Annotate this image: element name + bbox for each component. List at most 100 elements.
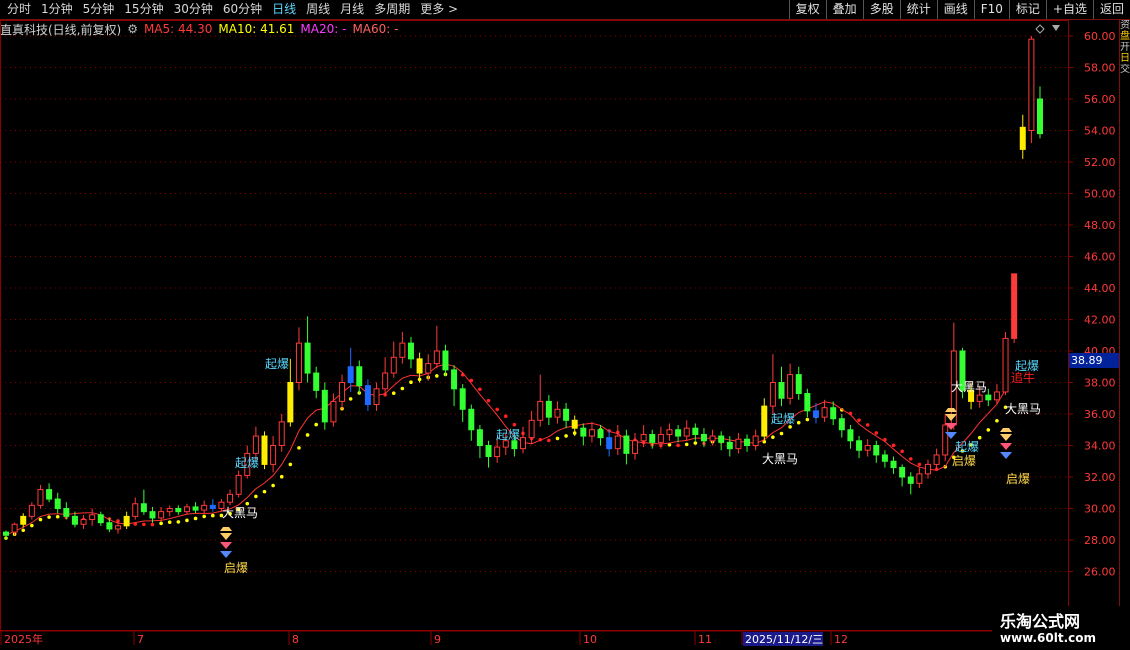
ma-dot xyxy=(254,494,258,499)
side-tag-1[interactable]: 盘 xyxy=(1120,31,1130,42)
candle-body xyxy=(261,435,268,465)
candle-body xyxy=(709,435,716,442)
candle-body xyxy=(718,435,725,443)
side-tag-2[interactable]: 日 xyxy=(1120,53,1130,64)
candle-body xyxy=(907,476,914,484)
watermark-url: www.60lt.com xyxy=(1000,631,1097,645)
ma-dot xyxy=(857,418,861,422)
candle-body xyxy=(1037,98,1043,135)
candle-body xyxy=(399,342,406,358)
candle-body xyxy=(347,366,354,383)
candle-body xyxy=(20,515,27,525)
diamond-icon xyxy=(1035,24,1045,34)
candle-body xyxy=(649,433,656,443)
candle-body xyxy=(476,429,483,446)
candle-body xyxy=(123,515,130,527)
candle-body xyxy=(235,474,242,495)
signal-dahei: 大黑马 xyxy=(222,506,258,520)
y-tick-label: 26.00 xyxy=(1084,566,1116,579)
candle-body xyxy=(149,511,156,519)
side-text-2[interactable]: 开盘涨跌幅 xyxy=(1120,42,1130,53)
y-tick-label: 50.00 xyxy=(1084,188,1116,201)
candle-body xyxy=(735,438,742,450)
side-text-1[interactable]: 资金流向资金流向 xyxy=(1120,20,1130,31)
y-tick-label: 56.00 xyxy=(1084,93,1116,106)
ma-dot xyxy=(30,523,34,528)
ma-dot xyxy=(142,522,146,527)
candle-body xyxy=(106,522,113,530)
candle-body xyxy=(993,391,1000,401)
signal-qibao2: 启爆 xyxy=(1006,472,1030,486)
candle-body xyxy=(899,467,906,478)
side-text-3[interactable]: 交易 xyxy=(1120,64,1130,75)
candlesticks xyxy=(3,36,1043,540)
candle-body xyxy=(339,382,346,402)
candle-body xyxy=(1011,273,1018,339)
ma-dot xyxy=(279,474,284,479)
watermark: 乐淘公式网 www.60lt.com xyxy=(992,606,1130,650)
candle-body xyxy=(132,503,139,517)
x-tick-label: 12 xyxy=(834,633,848,646)
candle-body xyxy=(726,441,733,450)
ma-dot xyxy=(314,422,319,427)
ma-dot xyxy=(796,420,801,425)
right-side-panel[interactable]: 资金流向资金流向 盘 开盘涨跌幅 日 交易 xyxy=(1119,20,1130,632)
candle-body xyxy=(433,350,440,365)
dropdown-icon xyxy=(1052,25,1060,31)
candle-body xyxy=(373,388,380,406)
ma-dot xyxy=(900,449,904,454)
candle-body xyxy=(942,424,949,456)
candle-body xyxy=(976,394,983,402)
x-tick-label: 9 xyxy=(434,633,441,646)
candle-body xyxy=(115,525,122,530)
candle-body xyxy=(804,393,811,412)
ma-dot xyxy=(865,423,870,427)
signal-dahei: 大黑马 xyxy=(951,380,987,394)
x-tick-label: 8 xyxy=(292,633,299,646)
x-tick-label: 11 xyxy=(698,633,712,646)
candle-body xyxy=(356,366,363,387)
candle-body xyxy=(528,419,535,439)
candle-body xyxy=(700,433,707,442)
ma-dot xyxy=(262,489,267,494)
gem-icon xyxy=(220,542,232,549)
ma-dot xyxy=(167,520,172,525)
candle-body xyxy=(1028,38,1035,131)
candle-body xyxy=(563,408,570,421)
signal-qibao: 起爆 xyxy=(235,456,259,470)
candle-body xyxy=(227,493,234,503)
candle-body xyxy=(28,504,35,517)
candle-body xyxy=(54,498,61,509)
candle-body xyxy=(209,504,216,510)
candle-body xyxy=(692,427,699,435)
candle-body xyxy=(313,372,320,391)
candle-body xyxy=(545,400,552,418)
ma-dot xyxy=(874,431,879,435)
y-tick-label: 30.00 xyxy=(1084,503,1116,516)
watermark-title: 乐淘公式网 xyxy=(1000,612,1081,631)
gem-icon xyxy=(1000,443,1012,450)
candle-body xyxy=(554,408,561,418)
ma-dot xyxy=(977,435,982,440)
candle-body xyxy=(494,446,501,458)
candle-body xyxy=(864,445,871,451)
y-tick-label: 36.00 xyxy=(1084,408,1116,421)
y-tick-label: 42.00 xyxy=(1084,314,1116,327)
candle-body xyxy=(787,374,794,399)
candle-body xyxy=(287,382,294,423)
candle-body xyxy=(640,433,647,442)
candle-body xyxy=(683,427,690,437)
ma-dot xyxy=(245,501,250,506)
signal-dahei: 大黑马 xyxy=(1005,402,1041,416)
candle-body xyxy=(442,350,449,371)
y-tick-label: 52.00 xyxy=(1084,156,1116,169)
kline-chart[interactable]: 2025年 7 8 9 10 11 2025/11/12/三 12 起爆起爆起爆起爆起爆起爆大… xyxy=(0,0,1119,650)
candle-body xyxy=(873,445,880,456)
candle-body xyxy=(252,435,259,454)
ma-dot xyxy=(305,433,310,437)
candle-body xyxy=(166,508,173,513)
ma-dot xyxy=(512,422,517,427)
ma-dot xyxy=(185,518,189,523)
candle-body xyxy=(838,418,845,431)
candle-body xyxy=(416,358,423,374)
